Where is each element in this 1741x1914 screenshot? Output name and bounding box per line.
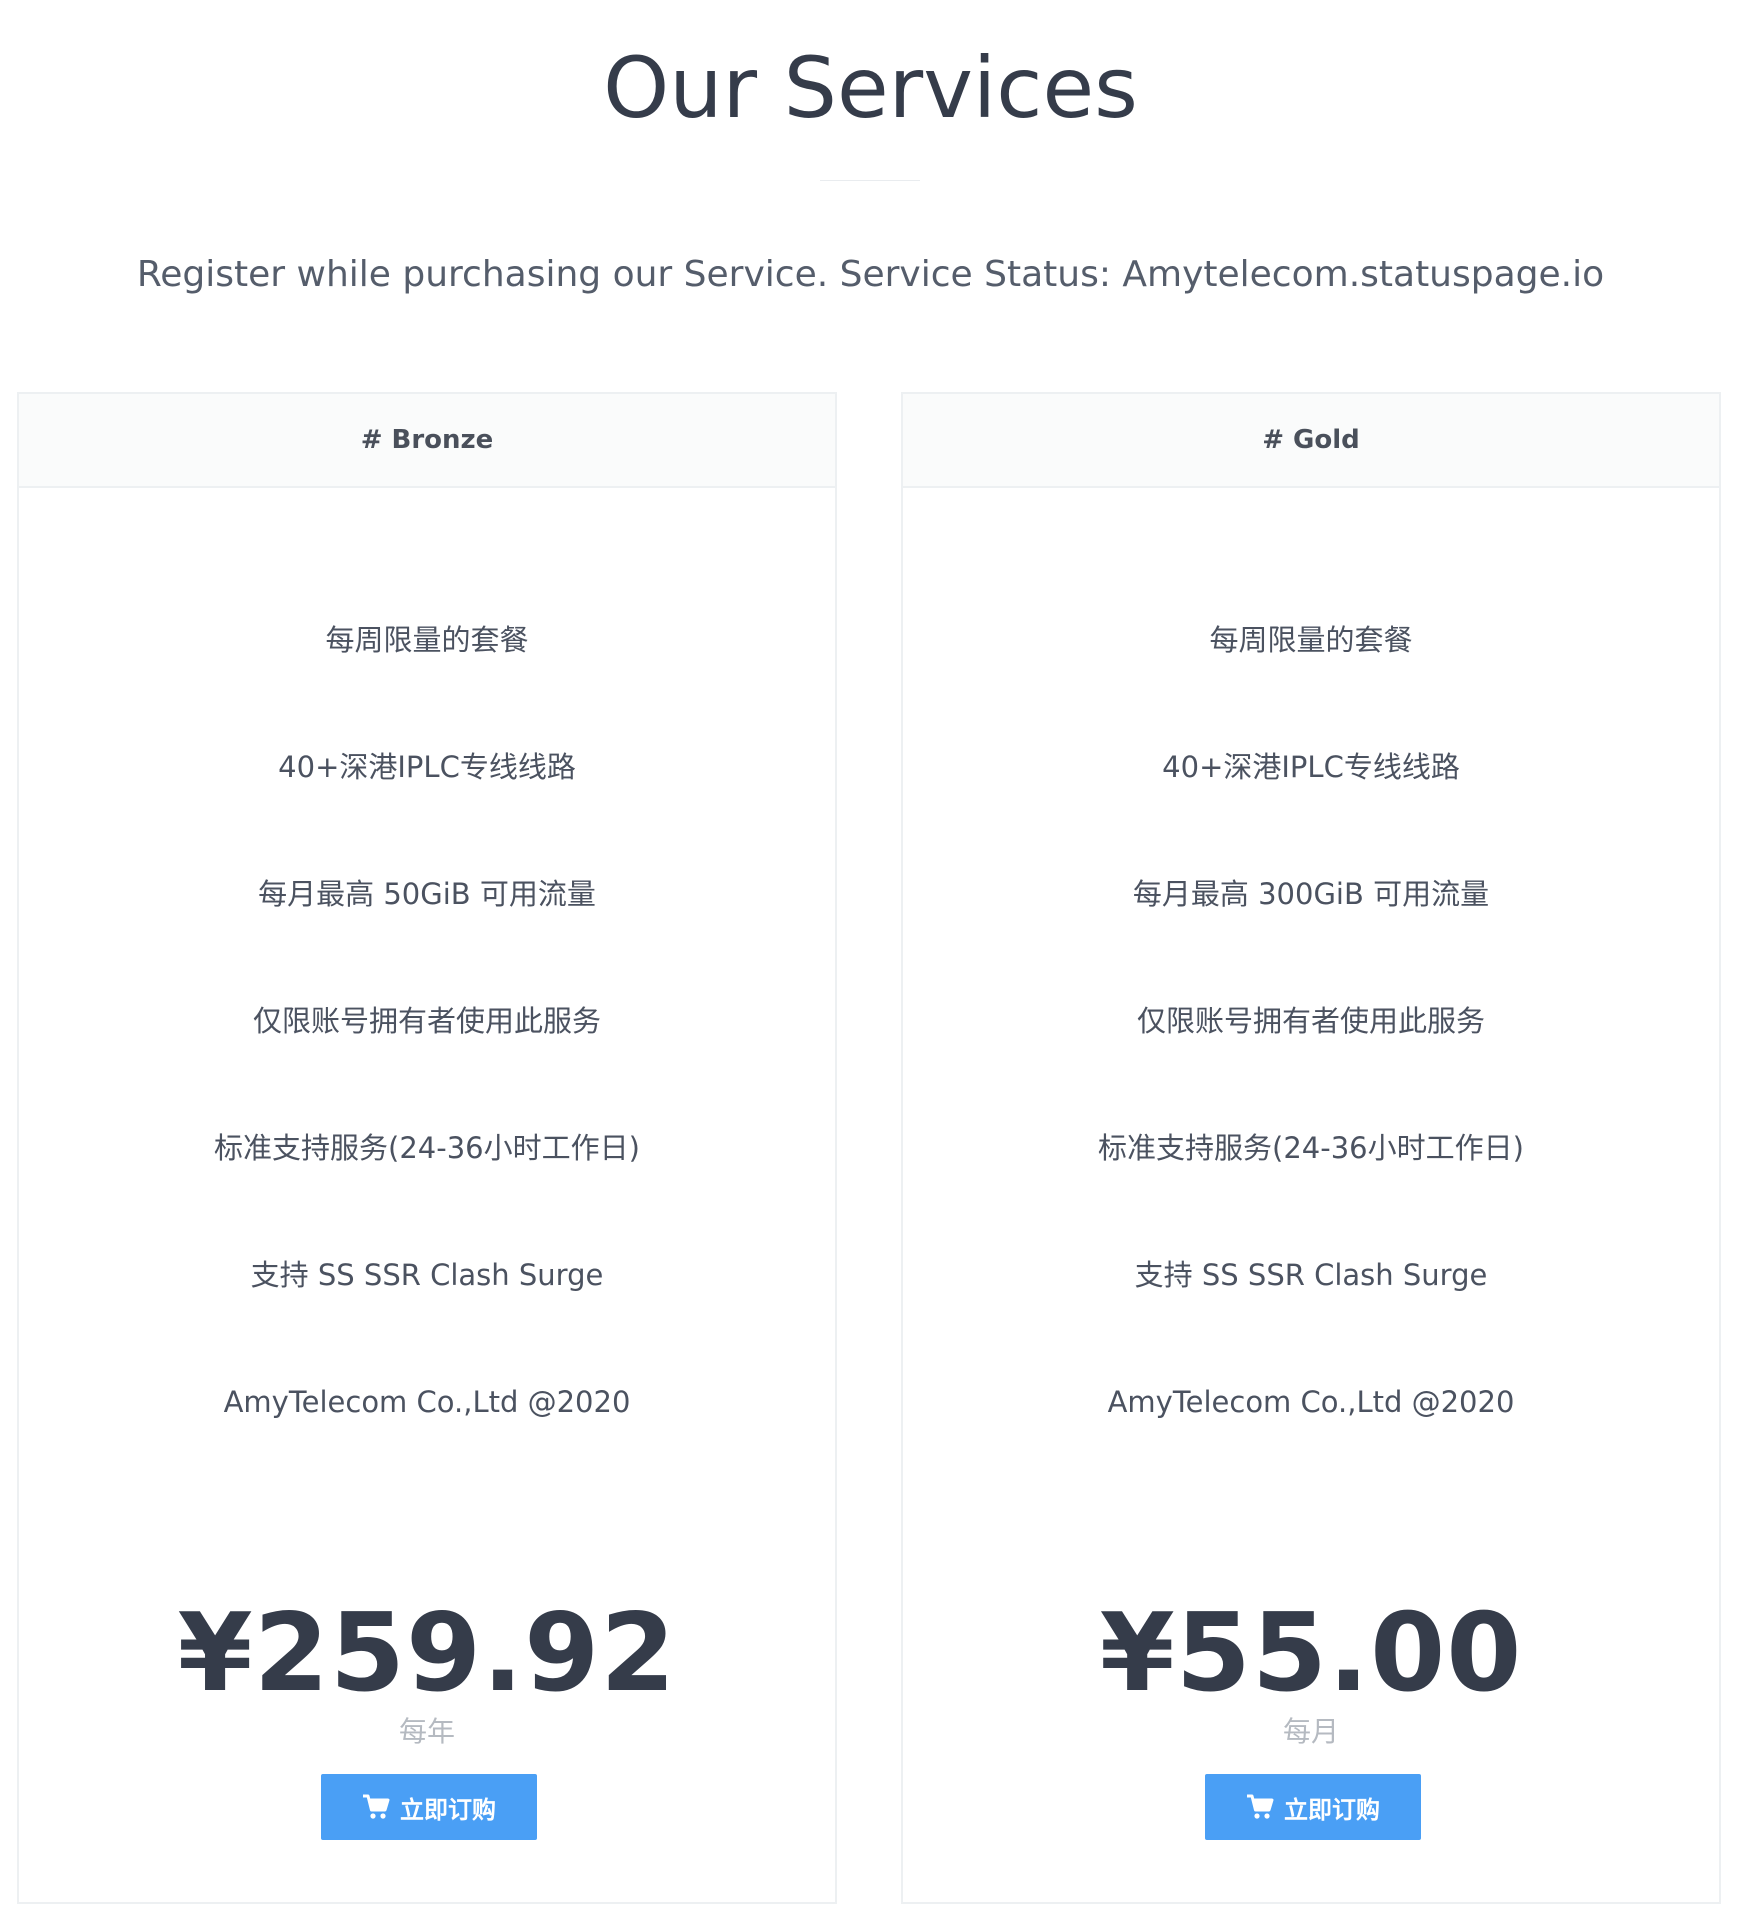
- plan-card-gold: # Gold 每周限量的套餐 40+深港IPLC专线线路 每月最高 300GiB…: [901, 392, 1721, 1904]
- plan-price: ¥259.92: [177, 1591, 677, 1716]
- page-title: Our Services: [603, 39, 1138, 137]
- plan-card-bronze: # Bronze 每周限量的套餐 40+深港IPLC专线线路 每月最高 50Gi…: [17, 392, 837, 1904]
- feature-item: 40+深港IPLC专线线路: [1162, 750, 1460, 784]
- order-button-label: 立即订购: [1284, 1795, 1380, 1824]
- plan-price: ¥55.00: [1099, 1591, 1523, 1716]
- feature-item: 支持 SS SSR Clash Surge: [1134, 1258, 1488, 1292]
- feature-item: AmyTelecom Co.,Ltd @2020: [1107, 1385, 1515, 1419]
- billing-period: 每月: [1282, 1715, 1339, 1748]
- feature-item: 仅限账号拥有者使用此服务: [1136, 1004, 1485, 1038]
- feature-list: 每周限量的套餐 40+深港IPLC专线线路 每月最高 300GiB 可用流量 仅…: [903, 622, 1719, 1511]
- cart-icon: [362, 1794, 390, 1820]
- feature-item: 标准支持服务(24-36小时工作日): [1098, 1131, 1524, 1165]
- billing-period: 每年: [398, 1715, 455, 1748]
- feature-item: 标准支持服务(24-36小时工作日): [214, 1131, 640, 1165]
- feature-item: 每月最高 300GiB 可用流量: [1132, 877, 1490, 911]
- feature-item: 支持 SS SSR Clash Surge: [250, 1258, 604, 1292]
- feature-item: 每月最高 50GiB 可用流量: [258, 877, 596, 911]
- plan-name: # Bronze: [19, 394, 835, 488]
- order-now-button[interactable]: 立即订购: [321, 1774, 537, 1840]
- order-now-button[interactable]: 立即订购: [1205, 1774, 1421, 1840]
- feature-item: AmyTelecom Co.,Ltd @2020: [223, 1385, 631, 1419]
- order-button-label: 立即订购: [400, 1795, 496, 1824]
- feature-item: 每周限量的套餐: [325, 623, 529, 657]
- feature-item: 仅限账号拥有者使用此服务: [252, 1004, 601, 1038]
- title-divider: [820, 180, 920, 181]
- cart-icon: [1246, 1794, 1274, 1820]
- feature-item: 40+深港IPLC专线线路: [278, 750, 576, 784]
- page-subtitle: Register while purchasing our Service. S…: [136, 254, 1605, 295]
- feature-item: 每周限量的套餐: [1209, 623, 1413, 657]
- plan-name: # Gold: [903, 394, 1719, 488]
- feature-list: 每周限量的套餐 40+深港IPLC专线线路 每月最高 50GiB 可用流量 仅限…: [19, 622, 835, 1511]
